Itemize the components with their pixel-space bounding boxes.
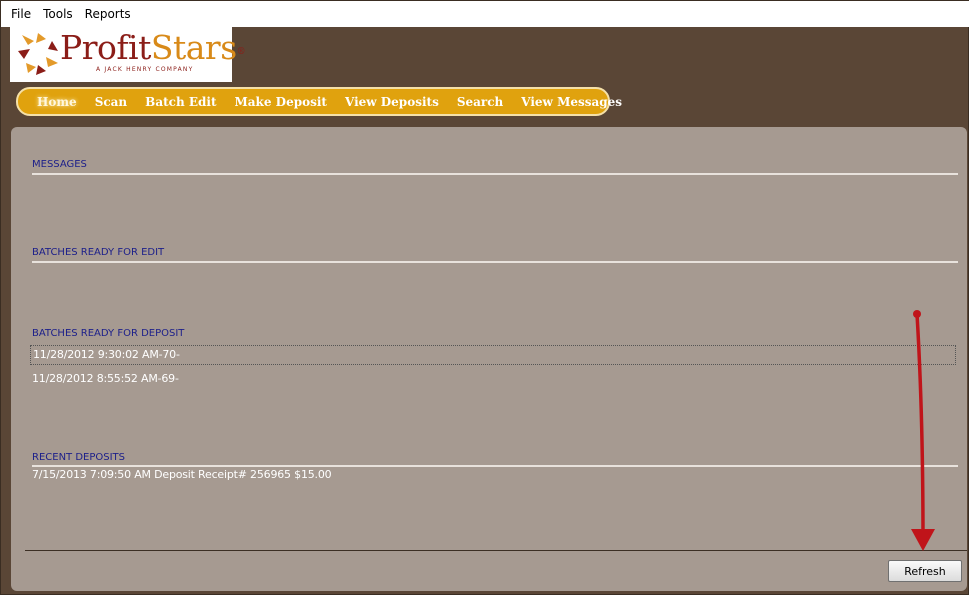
menu-tools[interactable]: Tools xyxy=(37,7,79,21)
profitstars-logo: ProfitStars® A JACK HENRY COMPANY xyxy=(10,26,246,82)
menu-reports[interactable]: Reports xyxy=(79,7,137,21)
footer-divider xyxy=(25,550,967,551)
batches-edit-divider xyxy=(32,261,958,263)
batch-deposit-item[interactable]: 11/28/2012 9:30:02 AM-70- xyxy=(30,345,956,365)
recent-deposits-title: RECENT DEPOSITS xyxy=(32,452,126,463)
batches-deposit-title: BATCHES READY FOR DEPOSIT xyxy=(32,328,185,339)
recent-deposit-item[interactable]: 7/15/2013 7:09:50 AM Deposit Receipt# 25… xyxy=(32,468,332,481)
home-panel: MESSAGES BATCHES READY FOR EDIT BATCHES … xyxy=(11,127,967,591)
batch-deposit-item[interactable]: 11/28/2012 8:55:52 AM-69- xyxy=(32,372,179,385)
nav-home[interactable]: Home xyxy=(28,95,86,109)
logo-tagline: A JACK HENRY COMPANY xyxy=(96,66,194,73)
nav-search[interactable]: Search xyxy=(448,95,512,109)
menu-bar: File Tools Reports xyxy=(1,1,969,27)
batches-edit-title: BATCHES READY FOR EDIT xyxy=(32,247,165,258)
main-nav: Home Scan Batch Edit Make Deposit View D… xyxy=(16,87,622,116)
logo-wordmark: ProfitStars® xyxy=(60,28,246,68)
nav-scan[interactable]: Scan xyxy=(86,95,136,109)
nav-view-deposits[interactable]: View Deposits xyxy=(336,95,448,109)
menu-file[interactable]: File xyxy=(5,7,37,21)
profitstars-star-icon xyxy=(18,33,58,75)
nav-make-deposit[interactable]: Make Deposit xyxy=(225,95,335,109)
messages-title: MESSAGES xyxy=(32,159,87,170)
messages-divider xyxy=(32,173,958,175)
logo-word-profit: Profit xyxy=(60,28,151,67)
logo-word-stars: Stars xyxy=(150,28,237,67)
nav-batch-edit[interactable]: Batch Edit xyxy=(136,95,225,109)
recent-deposits-divider xyxy=(32,465,958,467)
nav-view-messages[interactable]: View Messages xyxy=(512,95,631,109)
app-window: File Tools Reports ProfitStars® A JACK H… xyxy=(0,0,969,595)
annotation-arrow-icon xyxy=(911,310,935,551)
refresh-button[interactable]: Refresh xyxy=(888,560,962,582)
logo-registered-mark: ® xyxy=(236,47,246,57)
